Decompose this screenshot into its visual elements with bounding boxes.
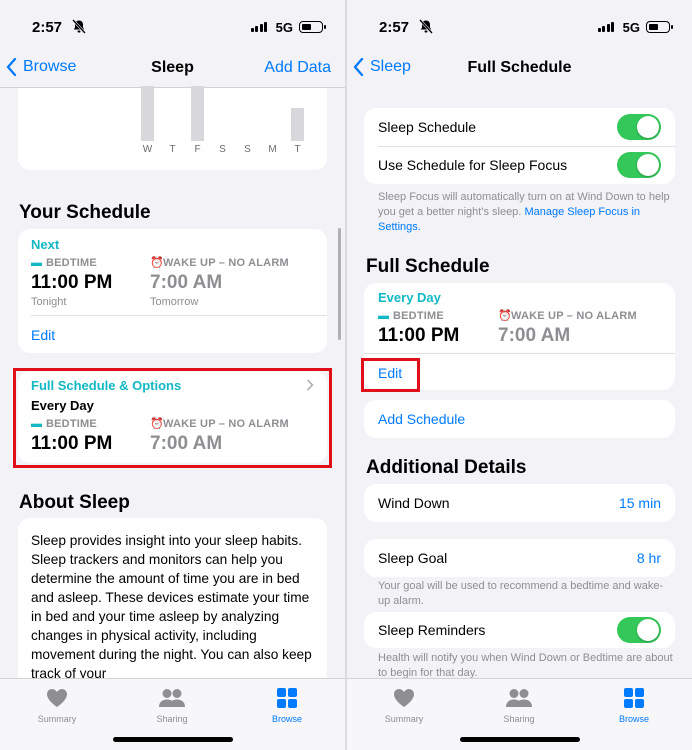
battery-icon (646, 21, 673, 33)
bedtime-sub: Tonight (31, 296, 67, 308)
signal-icon (250, 22, 267, 32)
chart-day-label: S (244, 144, 251, 155)
bedtime-value: 11:00 PM (378, 325, 460, 346)
tab-sharing[interactable]: Sharing (142, 685, 202, 724)
schedule-days: Every Day (378, 290, 441, 305)
sleep-goal-label: Sleep Goal (378, 550, 448, 566)
add-schedule-button[interactable]: Add Schedule (378, 411, 465, 427)
chart-day-label: M (268, 144, 277, 155)
page-title: Full Schedule (467, 59, 572, 76)
scrollbar[interactable] (338, 228, 341, 340)
edit-button[interactable]: Edit (31, 327, 55, 343)
sleep-schedule-label: Sleep Schedule (378, 119, 477, 135)
status-time: 2:57 (32, 19, 63, 36)
row-divider (378, 146, 675, 147)
heart-icon (47, 689, 67, 707)
highlight-box (13, 368, 332, 468)
people-icon (159, 689, 185, 707)
sleep-reminders-label: Sleep Reminders (378, 622, 486, 638)
alarm-icon: ⏰ (498, 310, 512, 322)
chart-bar (141, 86, 154, 141)
wake-value: 7:00 AM (150, 272, 223, 293)
nav-bar: Sleep Full Schedule (347, 48, 692, 88)
add-data-button[interactable]: Add Data (264, 59, 331, 77)
right-screen: 2:57 5G Sleep Full Schedule Sleep Schedu… (347, 0, 692, 750)
tab-label: Browse (618, 714, 649, 724)
add-schedule-card[interactable]: Add Schedule (364, 400, 675, 438)
sleep-schedule-toggle[interactable] (617, 114, 661, 140)
tab-label: Sharing (503, 714, 535, 724)
use-schedule-label: Use Schedule for Sleep Focus (378, 157, 568, 173)
wind-down-label: Wind Down (378, 495, 450, 511)
wake-label: WAKE UP – NO ALARM (511, 310, 637, 322)
heart-icon (394, 689, 414, 707)
network-label: 5G (275, 20, 293, 35)
network-label: 5G (622, 20, 640, 35)
tab-bar: Summary Sharing Browse (347, 678, 692, 750)
chart-day-label: F (194, 144, 201, 155)
status-bar: 2:57 5G (0, 0, 345, 46)
chart-bar (191, 86, 204, 141)
next-schedule-card: Next ▬ BEDTIME 11:00 PM Tonight ⏰ WAKE U… (18, 229, 327, 353)
grid-icon (624, 688, 644, 708)
schedule-toggles-card: Sleep Schedule Use Schedule for Sleep Fo… (364, 108, 675, 184)
sleep-goal-value: 8 hr (636, 550, 661, 566)
chart-day-label: T (294, 144, 301, 155)
bed-icon: ▬ (378, 310, 390, 322)
tab-summary[interactable]: Summary (27, 685, 87, 724)
sleep-goal-note: Your goal will be used to recommend a be… (378, 580, 664, 607)
wake-sub: Tomorrow (150, 296, 199, 308)
wake-value: 7:00 AM (498, 325, 571, 346)
chart-day-label: S (219, 144, 226, 155)
additional-details-title: Additional Details (366, 457, 527, 478)
highlight-box (361, 358, 420, 392)
wind-down-value: 15 min (618, 495, 661, 511)
silent-bell-icon (419, 19, 433, 34)
silent-bell-icon (72, 19, 86, 34)
tab-browse[interactable]: Browse (604, 685, 664, 724)
home-indicator (459, 737, 580, 742)
bedtime-label: BEDTIME (46, 257, 97, 269)
signal-icon (597, 22, 614, 32)
wind-down-row[interactable]: Wind Down 15 min (364, 484, 675, 522)
about-sleep-title: About Sleep (19, 492, 130, 513)
status-bar: 2:57 5G (347, 0, 692, 46)
next-heading: Next (31, 237, 60, 252)
bedtime-value: 11:00 PM (31, 272, 113, 293)
home-indicator (112, 737, 233, 742)
card-divider (31, 315, 327, 316)
chart-day-label: T (169, 144, 176, 155)
people-icon (506, 689, 532, 707)
wake-label: WAKE UP – NO ALARM (163, 257, 289, 269)
tab-label: Sharing (156, 714, 188, 724)
sleep-reminders-toggle[interactable] (617, 617, 661, 643)
grid-icon (277, 688, 297, 708)
tab-label: Browse (271, 714, 302, 724)
alarm-icon: ⏰ (150, 257, 164, 269)
card-divider (364, 353, 675, 354)
sleep-chart-card[interactable] (18, 88, 327, 170)
tab-label: Summary (384, 714, 424, 724)
bedtime-label: BEDTIME (393, 310, 444, 322)
tab-label: Summary (37, 714, 77, 724)
about-sleep-text: Sleep provides insight into your sleep h… (31, 533, 312, 681)
status-time: 2:57 (379, 19, 410, 36)
bed-icon: ▬ (31, 257, 43, 269)
your-schedule-title: Your Schedule (19, 202, 151, 223)
sleep-reminders-row: Sleep Reminders (364, 612, 675, 648)
tab-summary[interactable]: Summary (374, 685, 434, 724)
sleep-focus-note: Sleep Focus will automatically turn on a… (378, 190, 674, 235)
sleep-goal-row[interactable]: Sleep Goal 8 hr (364, 539, 675, 577)
chart-bar (291, 108, 304, 141)
nav-bar: Browse Sleep Add Data (0, 48, 345, 88)
left-screen: 2:57 5G Browse Sleep Add Data W T F S S M T Yo… (0, 0, 345, 750)
full-schedule-title: Full Schedule (366, 256, 490, 277)
tab-bar: Summary Sharing Browse (0, 678, 345, 750)
tab-browse[interactable]: Browse (257, 685, 317, 724)
sleep-reminders-note: Health will notify you when Wind Down or… (378, 652, 673, 679)
battery-icon (299, 21, 326, 33)
sleep-focus-toggle[interactable] (617, 152, 661, 178)
chart-day-label: W (142, 144, 153, 155)
tab-sharing[interactable]: Sharing (489, 685, 549, 724)
